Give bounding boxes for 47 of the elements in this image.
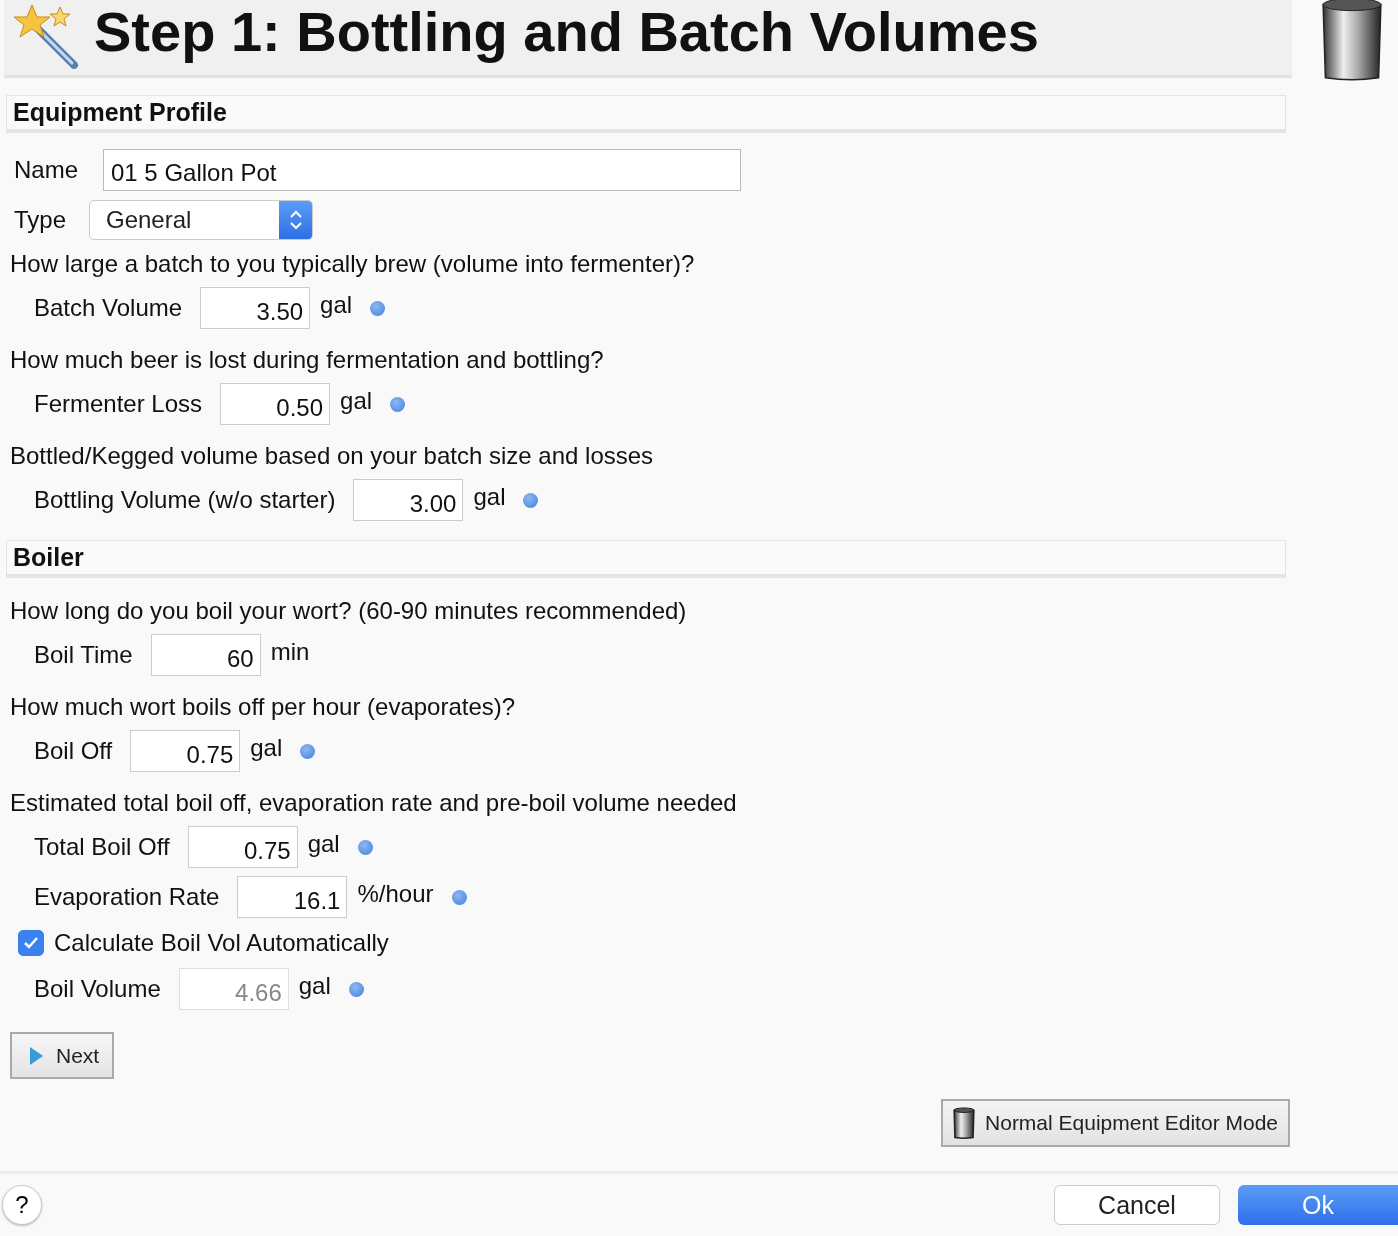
- field-label: Bottling Volume (w/o starter): [34, 486, 336, 514]
- checkbox-label: Calculate Boil Vol Automatically: [54, 929, 389, 957]
- unit-label: gal: [307, 830, 340, 858]
- unit-label: gal: [298, 972, 331, 1000]
- field-label: Boil Off: [34, 737, 113, 765]
- question-text: How long do you boil your wort? (60-90 minutes recommended): [9, 596, 688, 626]
- checkbox[interactable]: [18, 930, 44, 956]
- value-field[interactable]: 0.75: [130, 730, 241, 772]
- pot-icon: [951, 1107, 978, 1139]
- section-heading: Boiler: [6, 540, 1286, 578]
- cancel-button[interactable]: Cancel: [1054, 1185, 1220, 1225]
- field-label: Fermenter Loss: [34, 390, 203, 418]
- question-text: How much wort boils off per hour (evaporates)?: [9, 692, 517, 722]
- unit-label: gal: [320, 291, 353, 319]
- question-text: How large a batch to you typically brew (volume into fermenter)?: [9, 249, 696, 279]
- play-triangle-icon: [28, 1045, 44, 1066]
- field-label: Batch Volume: [34, 294, 183, 322]
- value-field[interactable]: 0.50: [220, 383, 331, 425]
- section-heading: Equipment Profile: [6, 95, 1286, 133]
- type-dropdown[interactable]: General: [89, 200, 313, 240]
- field-label: Evaporation Rate: [34, 883, 220, 911]
- question-text: Bottled/Kegged volume based on your batch size and losses: [9, 441, 655, 471]
- value-field[interactable]: 16.1: [237, 876, 348, 918]
- help-button[interactable]: ?: [2, 1185, 42, 1225]
- value-field[interactable]: 0.75: [187, 826, 298, 868]
- field-label: Name: [14, 156, 80, 184]
- field-label: Type: [14, 206, 68, 234]
- field-label: Boil Volume: [34, 975, 161, 1003]
- name-field[interactable]: 01 5 Gallon Pot: [103, 149, 741, 191]
- value-field[interactable]: 3.00: [353, 479, 464, 521]
- unit-label: gal: [340, 387, 373, 415]
- field-label: Total Boil Off: [34, 833, 170, 861]
- unit-label: %/hour: [357, 880, 434, 908]
- unit-label: gal: [473, 483, 506, 511]
- field-label: Boil Time: [34, 641, 133, 669]
- value-field[interactable]: 60: [150, 634, 261, 676]
- question-text: Estimated total boil off, evaporation rate and pre-boil volume needed: [9, 788, 738, 818]
- value-field[interactable]: 3.50: [200, 287, 311, 329]
- unit-label: gal: [250, 734, 283, 762]
- unit-label: min: [270, 638, 310, 666]
- editor-mode-button[interactable]: Normal Equipment Editor Mode: [941, 1099, 1290, 1147]
- next-button[interactable]: Next: [10, 1032, 114, 1079]
- ok-button[interactable]: Ok: [1238, 1185, 1398, 1225]
- up-down-chevron-icon: [287, 208, 304, 232]
- magic-wand-icon: [14, 2, 80, 69]
- question-text: How much beer is lost during fermentation and bottling?: [9, 345, 605, 375]
- checkmark-icon: [23, 936, 39, 950]
